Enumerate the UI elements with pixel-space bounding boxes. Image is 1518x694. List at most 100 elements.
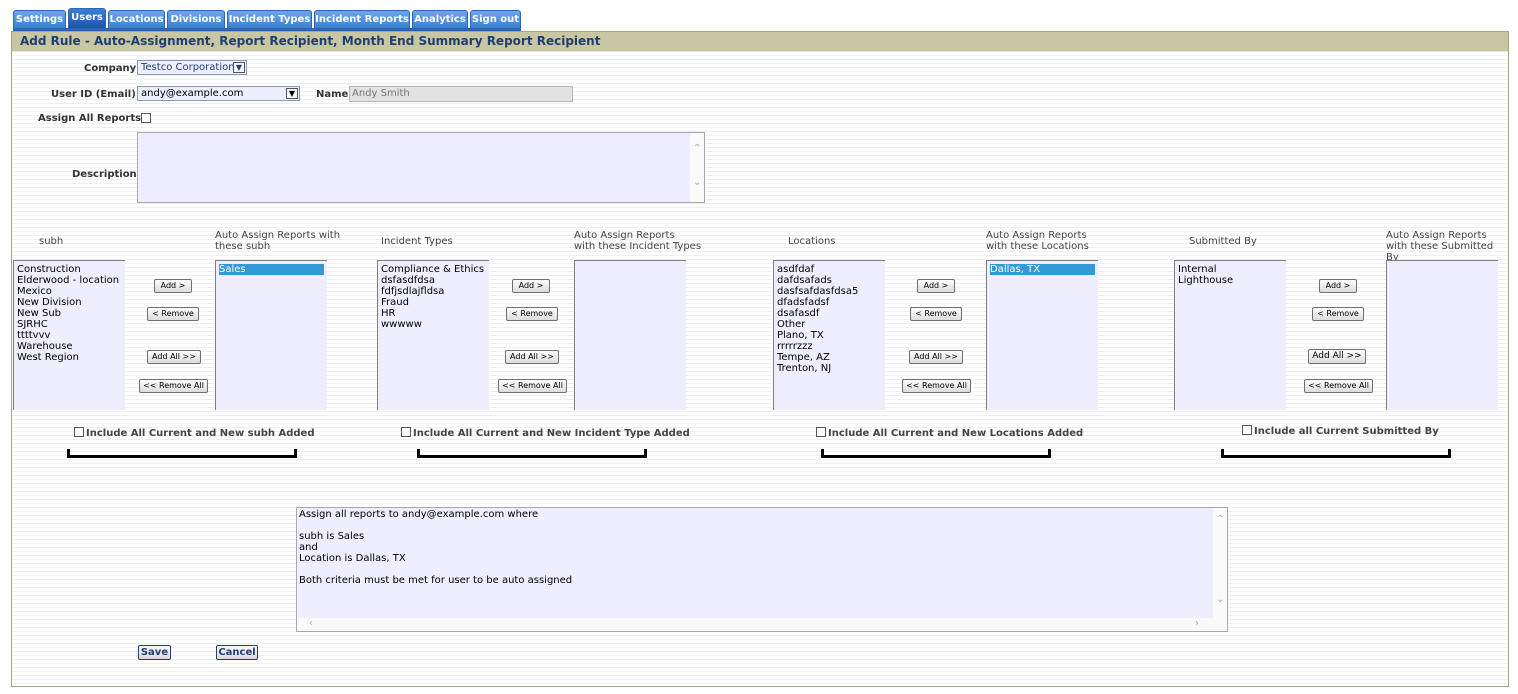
header-line-2: with these Locations xyxy=(986,241,1089,252)
list-item[interactable]: Trenton, NJ xyxy=(777,363,882,374)
header-line-2: these subh xyxy=(215,241,271,252)
add-rule-panel: Add Rule - Auto-Assignment, Report Recip… xyxy=(11,31,1509,687)
incident-types-include-checkbox[interactable] xyxy=(401,427,411,437)
list-item[interactable]: dfadsfadsf xyxy=(777,297,882,308)
tab-settings[interactable]: Settings xyxy=(13,10,66,28)
list-item[interactable]: Dallas, TX xyxy=(990,264,1095,275)
submitted-by-bracket xyxy=(1221,449,1451,458)
tab-divisions[interactable]: Divisions xyxy=(167,10,225,28)
list-item[interactable]: rrrrrzzz xyxy=(777,341,882,352)
save-button[interactable]: Save xyxy=(138,645,171,660)
tab-incident-reports[interactable]: Incident Reports xyxy=(314,10,410,28)
list-item[interactable]: wwwww xyxy=(381,319,486,330)
locations-include-checkbox[interactable] xyxy=(816,427,826,437)
cancel-button[interactable]: Cancel xyxy=(216,645,258,660)
tab-locations[interactable]: Locations xyxy=(108,10,165,28)
chevron-down-icon: ▼ xyxy=(233,62,245,73)
userid-select[interactable]: andy@example.com ▼ xyxy=(137,86,300,101)
incident-types-available-list[interactable]: Compliance & Ethics dsfasdfdsa fdfjsdlaj… xyxy=(377,260,489,410)
list-item[interactable]: Compliance & Ethics xyxy=(381,264,486,275)
locations-add-button[interactable]: Add > xyxy=(917,279,955,293)
list-item[interactable]: Lighthouse xyxy=(1178,275,1283,286)
description-label: Description xyxy=(72,169,137,180)
submitted-by-assigned-header: Auto Assign Reports with these Submitted … xyxy=(1386,230,1507,263)
submitted-by-include-checkbox[interactable] xyxy=(1242,425,1252,435)
submitted-by-remove-all-button[interactable]: << Remove All xyxy=(1304,379,1373,393)
scroll-right-icon: › xyxy=(1195,618,1199,629)
list-item[interactable]: Internal xyxy=(1178,264,1283,275)
rule-summary-textarea[interactable]: Assign all reports to andy@example.com w… xyxy=(296,507,1228,632)
submitted-by-available-list[interactable]: Internal Lighthouse xyxy=(1174,260,1286,410)
rule-summary-text: Assign all reports to andy@example.com w… xyxy=(299,509,573,586)
list-item[interactable]: Other xyxy=(777,319,882,330)
submitted-by-add-button[interactable]: Add > xyxy=(1319,279,1357,293)
subh-remove-all-button[interactable]: << Remove All xyxy=(139,379,208,393)
list-item[interactable]: New Division xyxy=(17,297,122,308)
subh-include-label: Include All Current and New subh Added xyxy=(86,428,315,439)
list-item[interactable]: Tempe, AZ xyxy=(777,352,882,363)
chevron-down-icon: ▼ xyxy=(286,88,298,99)
incident-types-add-button[interactable]: Add > xyxy=(512,279,550,293)
tab-incident-types[interactable]: Incident Types xyxy=(227,10,312,28)
submitted-by-include-all[interactable]: Include all Current Submitted By xyxy=(1242,425,1439,437)
locations-assigned-header: Auto Assign Reports with these Locations xyxy=(986,230,1089,252)
tab-users[interactable]: Users xyxy=(68,8,106,28)
subh-assigned-list[interactable]: Sales xyxy=(215,260,327,410)
assign-all-label: Assign All Reports xyxy=(38,113,142,124)
list-item[interactable]: ttttvvv xyxy=(17,330,122,341)
locations-available-header: Locations xyxy=(788,236,836,247)
locations-include-all[interactable]: Include All Current and New Locations Ad… xyxy=(816,427,1083,439)
list-item[interactable]: dasfsafdasfdsa5 xyxy=(777,286,882,297)
list-item[interactable]: dsfasdfdsa xyxy=(381,275,486,286)
incident-types-remove-button[interactable]: < Remove xyxy=(506,307,558,321)
list-item[interactable]: Elderwood - location xyxy=(17,275,122,286)
list-item[interactable]: Plano, TX xyxy=(777,330,882,341)
summary-horizontal-scrollbar[interactable]: ‹ › xyxy=(297,618,1227,631)
company-select[interactable]: Testco Corporation ▼ xyxy=(137,60,247,75)
locations-available-list[interactable]: asdfdaf dafdsafads dasfsafdasfdsa5 dfads… xyxy=(773,260,885,410)
summary-vertical-scrollbar[interactable]: ⌃ ⌄ xyxy=(1213,508,1227,620)
list-item[interactable]: dsafasdf xyxy=(777,308,882,319)
incident-types-assigned-list[interactable] xyxy=(574,260,686,410)
list-item[interactable]: Fraud xyxy=(381,297,486,308)
list-item[interactable]: Construction xyxy=(17,264,122,275)
subh-add-button[interactable]: Add > xyxy=(154,279,192,293)
name-field: Andy Smith xyxy=(349,86,573,102)
header-line-1: Auto Assign Reports xyxy=(1386,230,1487,241)
subh-add-all-button[interactable]: Add All >> xyxy=(147,350,201,364)
description-textarea[interactable]: ⌃ ⌄ xyxy=(137,132,705,203)
list-item[interactable]: Warehouse xyxy=(17,341,122,352)
submitted-by-remove-button[interactable]: < Remove xyxy=(1312,307,1364,321)
subh-include-checkbox[interactable] xyxy=(74,427,84,437)
description-scrollbar[interactable]: ⌃ ⌄ xyxy=(690,133,704,202)
list-item[interactable]: asdfdaf xyxy=(777,264,882,275)
list-item[interactable]: West Region xyxy=(17,352,122,363)
list-item[interactable]: HR xyxy=(381,308,486,319)
scroll-up-icon: ⌃ xyxy=(1216,514,1225,525)
locations-assigned-list[interactable]: Dallas, TX xyxy=(986,260,1098,410)
header-line-1: Auto Assign Reports xyxy=(986,230,1087,241)
incident-types-remove-all-button[interactable]: << Remove All xyxy=(498,379,567,393)
locations-add-all-button[interactable]: Add All >> xyxy=(909,350,963,364)
list-item[interactable]: dafdsafads xyxy=(777,275,882,286)
submitted-by-assigned-list[interactable] xyxy=(1386,260,1498,410)
page-title: Add Rule - Auto-Assignment, Report Recip… xyxy=(12,32,1508,51)
locations-remove-button[interactable]: < Remove xyxy=(910,307,962,321)
incident-types-include-label: Include All Current and New Incident Typ… xyxy=(413,428,690,439)
list-item[interactable]: Sales xyxy=(219,264,324,275)
tab-analytics[interactable]: Analytics xyxy=(412,10,468,28)
company-select-value: Testco Corporation xyxy=(141,62,235,73)
list-item[interactable]: Mexico xyxy=(17,286,122,297)
subh-remove-button[interactable]: < Remove xyxy=(147,307,199,321)
list-item[interactable]: New Sub xyxy=(17,308,122,319)
locations-remove-all-button[interactable]: << Remove All xyxy=(902,379,971,393)
list-item[interactable]: SJRHC xyxy=(17,319,122,330)
incident-types-add-all-button[interactable]: Add All >> xyxy=(505,350,559,364)
submitted-by-add-all-button[interactable]: Add All >> xyxy=(1308,349,1366,364)
list-item[interactable]: fdfjsdlajfldsa xyxy=(381,286,486,297)
assign-all-checkbox[interactable] xyxy=(141,113,151,123)
subh-include-all[interactable]: Include All Current and New subh Added xyxy=(74,427,315,439)
subh-available-list[interactable]: Construction Elderwood - location Mexico… xyxy=(13,260,125,410)
tab-sign-out[interactable]: Sign out xyxy=(470,10,521,28)
incident-types-include-all[interactable]: Include All Current and New Incident Typ… xyxy=(401,427,690,439)
